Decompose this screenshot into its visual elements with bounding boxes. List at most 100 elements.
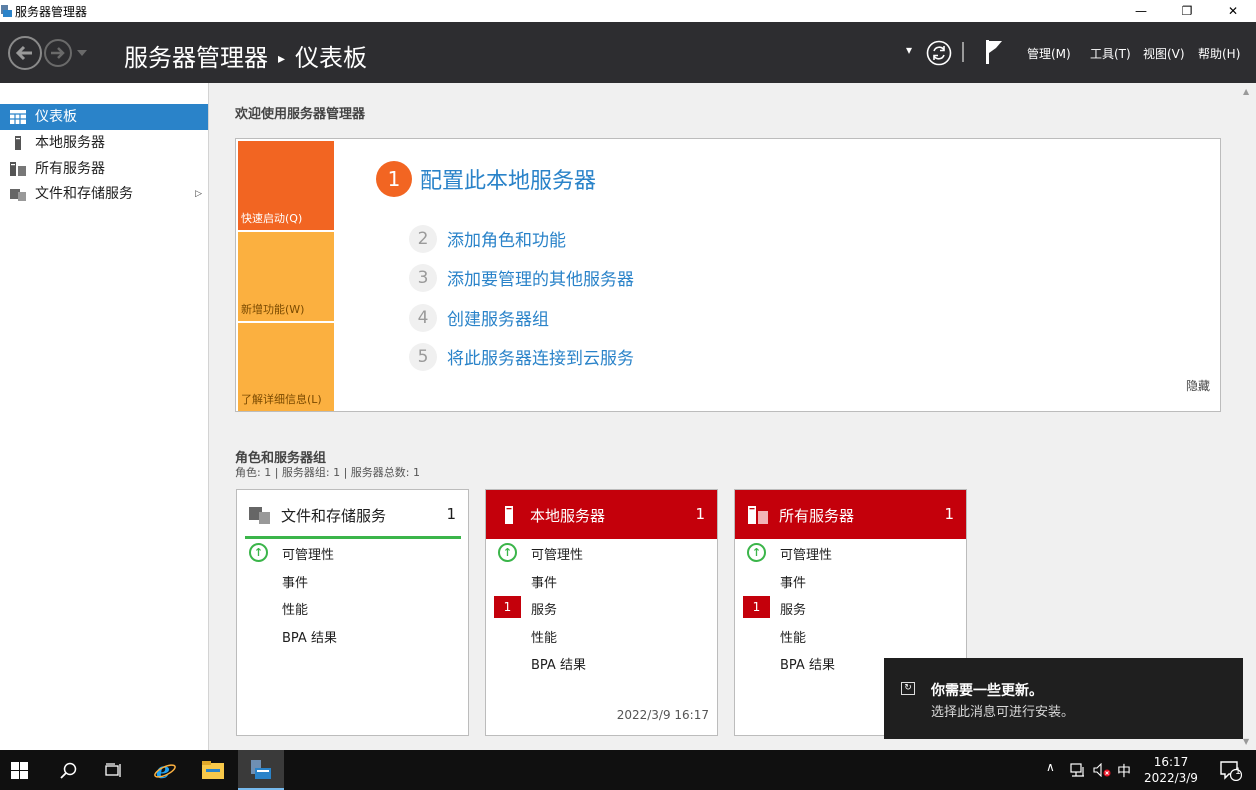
restore-button[interactable]: ❐: [1164, 0, 1210, 22]
back-arrow-icon: [15, 45, 32, 61]
vertical-scrollbar[interactable]: ▲ ▼: [1240, 83, 1256, 750]
row-performance[interactable]: 性能: [237, 596, 468, 620]
file-explorer-button[interactable]: [190, 750, 236, 790]
sidebar-item-all-servers[interactable]: 所有服务器: [0, 156, 208, 182]
sidebar-item-local-server[interactable]: 本地服务器: [0, 130, 208, 156]
roles-summary: 角色: 1 | 服务器组: 1 | 服务器总数: 1: [235, 466, 421, 479]
sidebar-item-label: 所有服务器: [35, 161, 105, 177]
header-divider: [962, 42, 964, 62]
row-services[interactable]: 1 服务: [735, 596, 966, 620]
internet-explorer-icon: e: [154, 759, 176, 781]
step-label: 创建服务器组: [447, 310, 549, 330]
search-icon: [60, 762, 77, 779]
row-label: 事件: [531, 576, 558, 591]
sidebar-item-file-storage[interactable]: 文件和存储服务 ▷: [0, 181, 208, 207]
row-label: 可管理性: [780, 548, 833, 563]
scroll-up-icon[interactable]: ▲: [1243, 87, 1249, 96]
history-dropdown-icon[interactable]: [77, 50, 87, 56]
card-header[interactable]: 本地服务器 1: [486, 490, 717, 539]
menu-view[interactable]: 视图(V): [1143, 45, 1185, 62]
row-services[interactable]: 1 服务: [486, 596, 717, 620]
server-manager-taskbar-button[interactable]: [238, 750, 284, 790]
status-ok-icon: ↑: [747, 543, 766, 562]
card-count: 1: [695, 505, 705, 523]
row-performance[interactable]: 性能: [735, 624, 966, 648]
notifications-flag-icon[interactable]: [984, 39, 1004, 65]
task-view-button[interactable]: [92, 750, 138, 790]
scroll-down-icon[interactable]: ▼: [1243, 737, 1249, 746]
row-label: 事件: [780, 576, 807, 591]
row-label: 服务: [531, 603, 558, 618]
refresh-dropdown-icon[interactable]: ▾: [906, 43, 912, 57]
sidebar-item-label: 本地服务器: [35, 135, 105, 151]
card-header[interactable]: 文件和存储服务 1: [237, 490, 468, 539]
menu-help[interactable]: 帮助(H): [1198, 45, 1240, 62]
update-notification-toast[interactable]: ↻ 你需要一些更新。 选择此消息可进行安装。: [884, 658, 1243, 739]
tile-label: 新增功能(W): [241, 303, 305, 316]
row-bpa[interactable]: BPA 结果: [486, 651, 717, 675]
back-button[interactable]: [8, 36, 42, 70]
server-manager-icon: [251, 760, 271, 779]
header-bar: 服务器管理器 ▸ 仪表板 ▾ 管理(M) 工具(T) 视图(V) 帮助(H): [0, 22, 1256, 83]
tile-label: 了解详细信息(L): [241, 393, 322, 406]
row-events[interactable]: 事件: [486, 569, 717, 593]
row-manageability[interactable]: ↑ 可管理性: [735, 541, 966, 565]
dashboard-icon: [10, 110, 26, 124]
row-label: BPA 结果: [531, 658, 586, 673]
close-button[interactable]: ✕: [1210, 0, 1256, 22]
internet-explorer-button[interactable]: e: [142, 750, 188, 790]
network-icon[interactable]: [1070, 763, 1086, 777]
title-bar: 服务器管理器 — ❐ ✕: [0, 0, 1256, 22]
step-label: 配置此本地服务器: [420, 169, 597, 194]
welcome-heading: 欢迎使用服务器管理器: [235, 107, 366, 122]
row-label: 服务: [780, 603, 807, 618]
main-content: 欢迎使用服务器管理器 快速启动(Q) 新增功能(W) 了解详细信息(L) 1 配…: [209, 83, 1256, 750]
minimize-button[interactable]: —: [1118, 0, 1164, 22]
status-ok-icon: ↑: [249, 543, 268, 562]
alert-count-badge: 1: [494, 596, 521, 618]
step-number: 1: [376, 161, 412, 197]
storage-icon: [249, 507, 270, 524]
tile-whats-new[interactable]: 新增功能(W): [238, 232, 334, 321]
card-file-storage[interactable]: 文件和存储服务 1 ↑ 可管理性 事件 性能 BPA 结果: [236, 489, 469, 736]
server-manager-app-icon: [1, 5, 12, 17]
menu-tools[interactable]: 工具(T): [1090, 45, 1131, 62]
tile-learn-more[interactable]: 了解详细信息(L): [238, 323, 334, 411]
tile-quick-start[interactable]: 快速启动(Q): [238, 141, 334, 230]
notification-count: 1: [1235, 767, 1241, 777]
start-button[interactable]: [0, 750, 46, 790]
step-number: 5: [409, 343, 437, 371]
row-performance[interactable]: 性能: [486, 624, 717, 648]
sidebar-item-dashboard[interactable]: 仪表板: [0, 104, 208, 130]
menu-manage[interactable]: 管理(M): [1027, 45, 1071, 62]
ime-indicator[interactable]: 中: [1117, 761, 1131, 781]
servers-icon: [748, 506, 768, 524]
row-manageability[interactable]: ↑ 可管理性: [486, 541, 717, 565]
card-count: 1: [944, 505, 954, 523]
tile-label: 快速启动(Q): [241, 212, 303, 225]
action-center-button[interactable]: 1: [1208, 750, 1256, 790]
search-button[interactable]: [46, 750, 92, 790]
volume-muted-icon[interactable]: [1093, 763, 1111, 777]
clock-time: 16:17: [1153, 755, 1189, 769]
task-view-icon: [105, 763, 121, 777]
row-manageability[interactable]: ↑ 可管理性: [237, 541, 468, 565]
row-events[interactable]: 事件: [735, 569, 966, 593]
sidebar-item-label: 仪表板: [35, 109, 77, 125]
card-local-server[interactable]: 本地服务器 1 ↑ 可管理性 事件 1 服务 性能 BPA 结果 2022/3/…: [485, 489, 718, 736]
sidebar-item-label: 文件和存储服务: [35, 186, 133, 202]
show-hidden-icons-icon[interactable]: ∧: [1046, 760, 1055, 774]
breadcrumb-root[interactable]: 服务器管理器: [124, 44, 268, 72]
refresh-icon[interactable]: [926, 40, 952, 66]
server-icon: [15, 136, 21, 150]
clock[interactable]: 16:17 2022/3/9: [1140, 754, 1202, 786]
row-bpa[interactable]: BPA 结果: [237, 624, 468, 648]
forward-button[interactable]: [44, 39, 72, 67]
storage-icon: [10, 189, 26, 201]
row-label: 性能: [531, 631, 558, 646]
card-header[interactable]: 所有服务器 1: [735, 490, 966, 539]
row-events[interactable]: 事件: [237, 569, 468, 593]
row-label: 可管理性: [282, 548, 335, 563]
expand-arrow-icon[interactable]: ▷: [195, 181, 202, 207]
hide-link[interactable]: 隐藏: [1186, 377, 1210, 394]
